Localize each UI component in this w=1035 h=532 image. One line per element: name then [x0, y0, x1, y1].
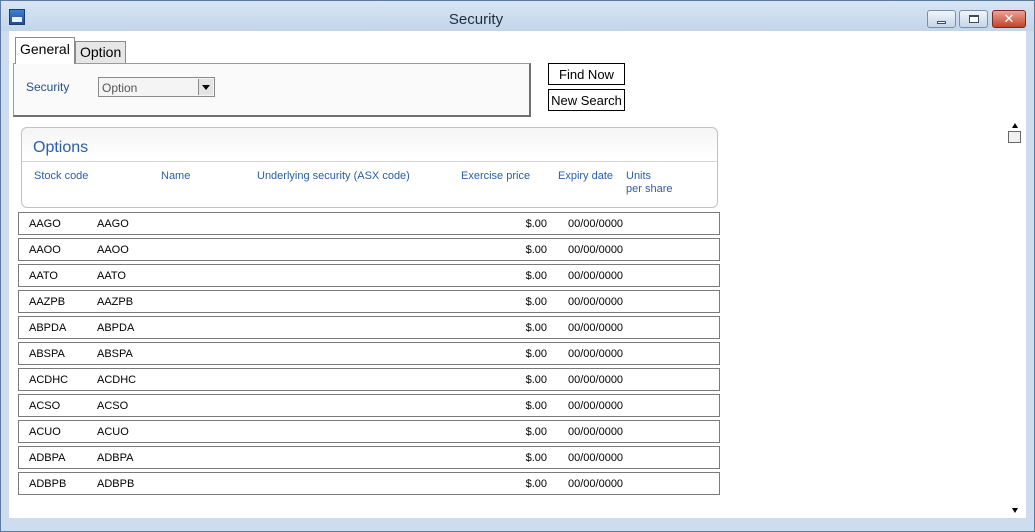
name-cell: ACDHC: [97, 374, 137, 386]
options-header-box: Options Stock code Name Underlying secur…: [21, 127, 718, 208]
table-row[interactable]: ADBPB ADBPB $.00 00/00/0000: [18, 472, 720, 495]
scroll-down-icon[interactable]: [1006, 504, 1023, 516]
name-cell: ADBPA: [97, 452, 134, 464]
exercise-price-cell: $.00: [525, 348, 547, 360]
stock-code-cell: AAOO: [29, 244, 61, 256]
table-row[interactable]: AAGO AAGO $.00 00/00/0000: [18, 212, 720, 235]
table-row[interactable]: AAZPB AAZPB $.00 00/00/0000: [18, 290, 720, 313]
name-cell: AATO: [97, 270, 126, 282]
expiry-date-cell: 00/00/0000: [568, 400, 624, 412]
stock-code-cell: ACDHC: [29, 374, 69, 386]
exercise-price-cell: $.00: [525, 400, 547, 412]
column-header-underlying-security[interactable]: Underlying security (ASX code): [257, 170, 410, 183]
exercise-price-cell: $.00: [525, 244, 547, 256]
minimize-button[interactable]: [927, 10, 956, 28]
client-area: General Option Security Option Find Now …: [9, 31, 1026, 518]
table-row[interactable]: ADBPA ADBPA $.00 00/00/0000: [18, 446, 720, 469]
table-row[interactable]: ACDHC ACDHC $.00 00/00/0000: [18, 368, 720, 391]
divider: [22, 161, 717, 162]
new-search-button[interactable]: New Search: [548, 89, 625, 111]
table-row[interactable]: ACSO ACSO $.00 00/00/0000: [18, 394, 720, 417]
close-icon: ✕: [1003, 11, 1015, 26]
vertical-scrollbar[interactable]: [1006, 119, 1023, 516]
exercise-price-cell: $.00: [525, 452, 547, 464]
stock-code-cell: ABPDA: [29, 322, 67, 334]
name-cell: ABSPA: [97, 348, 133, 360]
exercise-price-cell: $.00: [525, 270, 547, 282]
options-title: Options: [33, 139, 89, 156]
expiry-date-cell: 00/00/0000: [568, 452, 624, 464]
close-button[interactable]: ✕: [992, 10, 1026, 28]
scroll-thumb[interactable]: [1008, 131, 1021, 143]
maximize-icon: [968, 15, 979, 23]
tab-general[interactable]: General: [15, 37, 75, 64]
table-row[interactable]: ABPDA ABPDA $.00 00/00/0000: [18, 316, 720, 339]
stock-code-cell: AATO: [29, 270, 58, 282]
stock-code-cell: ABSPA: [29, 348, 65, 360]
exercise-price-cell: $.00: [525, 426, 547, 438]
table-row[interactable]: ABSPA ABSPA $.00 00/00/0000: [18, 342, 720, 365]
table-row[interactable]: AAOO AAOO $.00 00/00/0000: [18, 238, 720, 261]
name-cell: ACUO: [97, 426, 129, 438]
name-cell: ADBPB: [97, 478, 135, 490]
security-select-value: Option: [102, 81, 138, 95]
exercise-price-cell: $.00: [525, 218, 547, 230]
stock-code-cell: ADBPB: [29, 478, 67, 490]
column-header-units-per-share[interactable]: Units per share: [626, 170, 672, 196]
stock-code-cell: ADBPA: [29, 452, 66, 464]
expiry-date-cell: 00/00/0000: [568, 218, 624, 230]
table-row[interactable]: ACUO ACUO $.00 00/00/0000: [18, 420, 720, 443]
window-title: Security: [448, 11, 504, 28]
name-cell: AAOO: [97, 244, 129, 256]
search-panel: Security Option: [13, 63, 531, 117]
stock-code-cell: ACSO: [29, 400, 61, 412]
expiry-date-cell: 00/00/0000: [568, 478, 624, 490]
maximize-button[interactable]: [959, 10, 988, 28]
table-row[interactable]: AATO AATO $.00 00/00/0000: [18, 264, 720, 287]
expiry-date-cell: 00/00/0000: [568, 322, 624, 334]
stock-code-cell: AAZPB: [29, 296, 66, 308]
stock-code-cell: AAGO: [29, 218, 61, 230]
expiry-date-cell: 00/00/0000: [568, 296, 624, 308]
expiry-date-cell: 00/00/0000: [568, 426, 624, 438]
column-header-name[interactable]: Name: [161, 170, 190, 183]
expiry-date-cell: 00/00/0000: [568, 244, 624, 256]
exercise-price-cell: $.00: [525, 322, 547, 334]
name-cell: ACSO: [97, 400, 129, 412]
expiry-date-cell: 00/00/0000: [568, 270, 624, 282]
name-cell: AAGO: [97, 218, 129, 230]
tab-option[interactable]: Option: [75, 41, 127, 63]
expiry-date-cell: 00/00/0000: [568, 348, 624, 360]
column-header-exercise-price[interactable]: Exercise price: [461, 170, 530, 183]
scroll-up-icon[interactable]: [1006, 119, 1023, 131]
chevron-down-icon[interactable]: [198, 79, 213, 95]
exercise-price-cell: $.00: [525, 296, 547, 308]
name-cell: ABPDA: [97, 322, 135, 334]
exercise-price-cell: $.00: [525, 374, 547, 386]
column-header-expiry-date[interactable]: Expiry date: [558, 170, 613, 183]
security-select[interactable]: Option: [98, 77, 215, 97]
minimize-icon: [937, 20, 946, 24]
find-now-button[interactable]: Find Now: [548, 63, 625, 85]
stock-code-cell: ACUO: [29, 426, 61, 438]
expiry-date-cell: 00/00/0000: [568, 374, 624, 386]
title-bar[interactable]: Security ✕: [1, 1, 1034, 31]
exercise-price-cell: $.00: [525, 478, 547, 490]
security-label: Security: [26, 80, 70, 94]
security-window: Security ✕ General Option Security Optio…: [0, 0, 1035, 532]
name-cell: AAZPB: [97, 296, 134, 308]
column-header-stock-code[interactable]: Stock code: [34, 170, 88, 183]
